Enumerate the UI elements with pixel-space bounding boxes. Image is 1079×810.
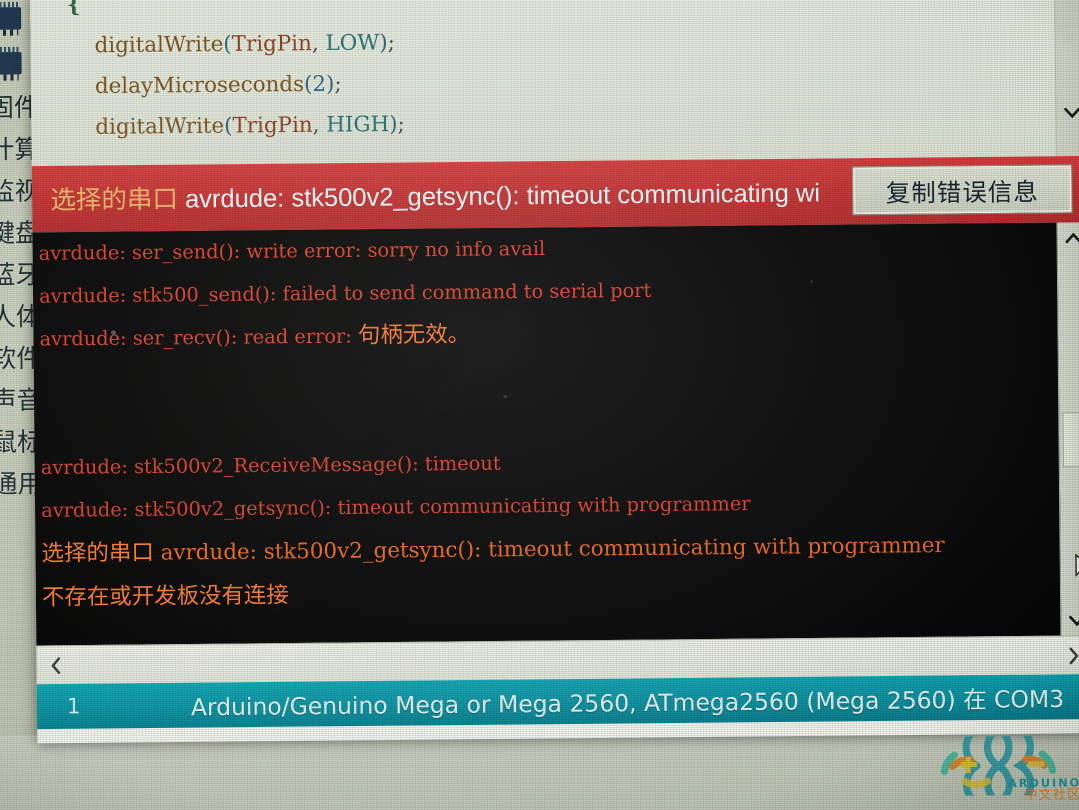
status-bar: 1 Arduino/Genuino Mega or Mega 2560, ATm… (36, 674, 1079, 730)
chip-icon (0, 1, 26, 40)
error-banner-text-en: avrdude: stk500v2_getsync(): timeout com… (184, 178, 821, 214)
watermark-text: ARDUINO 中文社区 (1008, 776, 1079, 804)
code-text: { digitalWrite(TrigPin, LOW); delayMicro… (67, 0, 1043, 147)
chevron-down-icon[interactable] (1056, 99, 1079, 126)
console-lines: avrdude: ser_send(): write error: sorry … (39, 223, 1058, 618)
error-banner-text-zh: 选择的串口 (50, 185, 186, 215)
chevron-up-icon[interactable] (1057, 224, 1079, 251)
console-line: 不存在或开发板没有连接 (41, 582, 290, 611)
error-banner-text: 选择的串口 avrdude: stk500v2_getsync(): timeo… (50, 173, 820, 217)
monitor-photo: 固件 计算 监视 键盘 蓝牙 人体 软件 声音 鼠标 通用 { digitalW… (0, 0, 1079, 810)
arduino-community-watermark: ARDUINO 中文社区 (934, 722, 1079, 810)
arduino-ide-window: { digitalWrite(TrigPin, LOW); delayMicro… (30, 0, 1079, 744)
chevron-left-icon[interactable] (38, 646, 73, 685)
code-line: digitalWrite(TrigPin, HIGH); (95, 111, 405, 139)
chevron-right-icon[interactable] (1055, 636, 1079, 675)
chip-icon (0, 46, 27, 85)
watermark-community: 中文社区 (1024, 787, 1079, 804)
board-port-info: Arduino/Genuino Mega or Mega 2560, ATmeg… (190, 686, 1065, 722)
chevron-down-icon[interactable] (1061, 607, 1079, 634)
error-banner: 选择的串口 avrdude: stk500v2_getsync(): timeo… (31, 155, 1079, 233)
editor-vertical-scrollbar[interactable] (1054, 0, 1079, 157)
console-output[interactable]: avrdude: ser_send(): write error: sorry … (32, 222, 1079, 646)
mouse-pointer-icon (1075, 553, 1079, 583)
code-editor[interactable]: { digitalWrite(TrigPin, LOW); delayMicro… (30, 0, 1079, 167)
console-scrollbar-thumb[interactable] (1062, 411, 1079, 468)
line-number-indicator: 1 (66, 694, 81, 719)
copy-error-button[interactable]: 复制错误信息 (851, 164, 1073, 216)
